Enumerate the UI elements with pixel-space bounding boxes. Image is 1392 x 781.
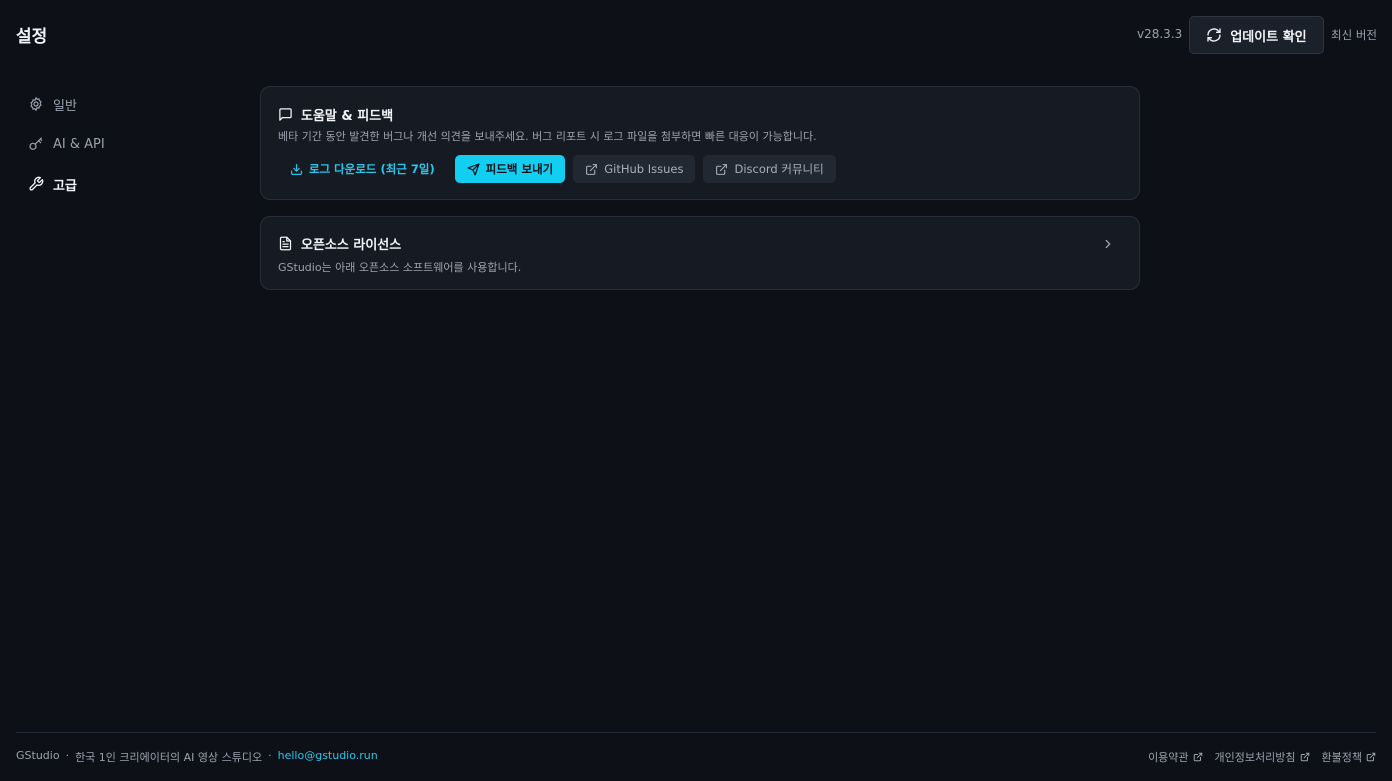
download-logs-button[interactable]: 로그 다운로드 (최근 7일): [278, 155, 447, 183]
help-card-header: 도움말 & 피드백: [278, 105, 393, 124]
file-text-icon: [279, 236, 292, 251]
help-card-actions: 로그 다운로드 (최근 7일) 피드백 보내기 GitHub Issues Di…: [278, 155, 836, 183]
gear-icon: [30, 97, 42, 111]
external-link-icon: [586, 163, 598, 175]
check-update-button[interactable]: 업데이트 확인: [1189, 16, 1324, 54]
footer-tagline: 한국 1인 크리에이터의 AI 영상 스튜디오: [75, 751, 263, 764]
check-update-label: 업데이트 확인: [1230, 29, 1307, 45]
footer-info: GStudio · 한국 1인 크리에이터의 AI 영상 스튜디오 · hell…: [16, 749, 378, 765]
open-source-license-card[interactable]: 오픈소스 라이선스 GStudio는 아래 오픈소스 소프트웨어를 사용합니다.: [260, 216, 1140, 290]
refund-policy-label: 환불정책: [1321, 751, 1362, 764]
send-icon: [467, 162, 480, 176]
terms-link[interactable]: 이용약관: [1148, 749, 1202, 765]
external-link-icon: [1193, 752, 1202, 762]
message-square-icon: [279, 108, 292, 121]
github-issues-button[interactable]: GitHub Issues: [573, 155, 696, 183]
send-feedback-label: 피드백 보내기: [485, 162, 554, 176]
license-card-header: 오픈소스 라이선스: [278, 234, 401, 253]
sidebar-item-general[interactable]: 일반: [28, 92, 228, 116]
discord-community-button[interactable]: Discord 커뮤니티: [703, 155, 836, 183]
chevron-right-icon: [1105, 239, 1111, 249]
footer-links: 이용약관 개인정보처리방침 환불정책: [1148, 749, 1376, 765]
wrench-icon: [29, 176, 44, 191]
terms-label: 이용약관: [1148, 751, 1189, 764]
sidebar: 일반 AI & API 고급: [28, 92, 228, 212]
discord-community-label: Discord 커뮤니티: [734, 162, 824, 176]
external-link-icon: [716, 163, 728, 175]
privacy-policy-label: 개인정보처리방침: [1214, 751, 1296, 764]
help-card-description: 베타 기간 동안 발견한 버그나 개선 의견을 보내주세요. 버그 리포트 시 …: [278, 130, 817, 143]
download-icon: [291, 163, 302, 175]
external-link-icon: [1300, 752, 1309, 762]
sidebar-item-label: AI & API: [53, 136, 105, 152]
sidebar-item-label: 고급: [53, 178, 77, 194]
update-status: 최신 버전: [1331, 28, 1377, 42]
key-icon: [29, 137, 43, 150]
privacy-policy-link[interactable]: 개인정보처리방침: [1215, 749, 1310, 765]
footer-divider: [16, 732, 1376, 733]
help-feedback-card: 도움말 & 피드백 베타 기간 동안 발견한 버그나 개선 의견을 보내주세요.…: [260, 86, 1140, 200]
sidebar-item-label: 일반: [53, 98, 77, 114]
refresh-icon: [1207, 28, 1222, 42]
footer-email-link[interactable]: hello@gstudio.run: [278, 749, 378, 765]
sidebar-item-advanced[interactable]: 고급: [28, 172, 228, 196]
external-link-icon: [1366, 752, 1376, 762]
help-card-title: 도움말 & 피드백: [301, 109, 394, 124]
footer-separator: ·: [268, 749, 272, 762]
sidebar-item-ai-api[interactable]: AI & API: [28, 132, 228, 156]
footer-brand: GStudio: [16, 749, 60, 762]
page-title: 설정: [16, 27, 48, 47]
license-card-description: GStudio는 아래 오픈소스 소프트웨어를 사용합니다.: [278, 261, 522, 274]
license-card-title: 오픈소스 라이선스: [301, 238, 402, 253]
download-logs-label: 로그 다운로드 (최근 7일): [309, 162, 435, 176]
footer-separator: ·: [65, 749, 70, 762]
refund-policy-link[interactable]: 환불정책: [1322, 749, 1376, 765]
settings-page: 설정 v28.3.3 업데이트 확인 최신 버전 일반 AI & API 고급 …: [0, 0, 1392, 781]
send-feedback-button[interactable]: 피드백 보내기: [454, 155, 566, 183]
github-issues-label: GitHub Issues: [604, 162, 684, 176]
version-label: v28.3.3: [1137, 27, 1183, 41]
